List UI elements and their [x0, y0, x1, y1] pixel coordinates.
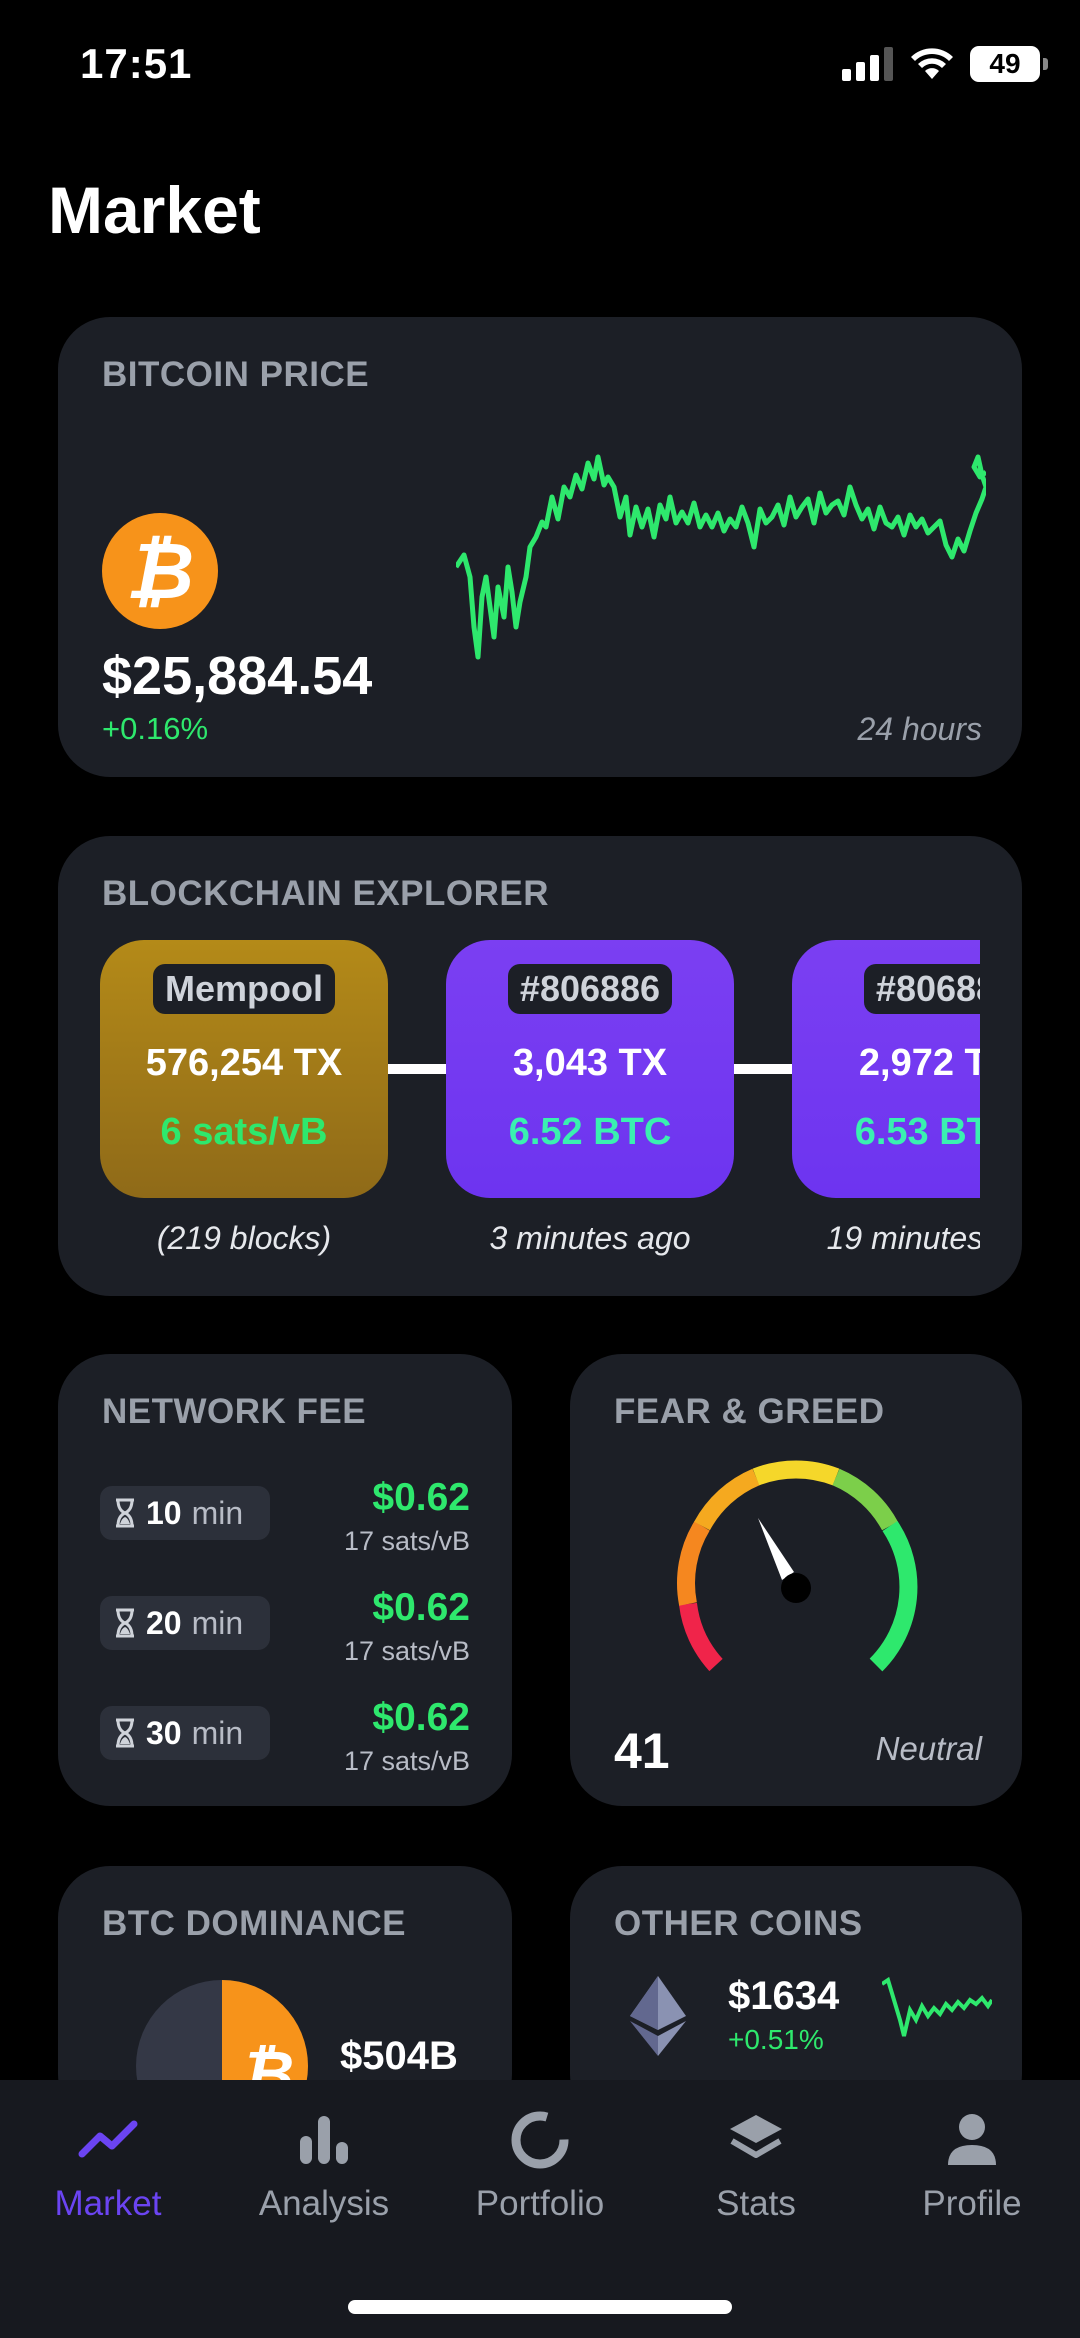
- mined-block[interactable]: #806886 3,043 TX 6.52 BTC: [446, 940, 734, 1198]
- block-connector: [734, 1064, 794, 1074]
- donut-icon: [508, 2108, 572, 2172]
- block-fee-rate: 6 sats/vB: [160, 1111, 328, 1153]
- block-tag: #80688: [863, 964, 980, 1014]
- page-title: Market: [48, 173, 261, 247]
- fee-time-chip: 30 min: [100, 1706, 270, 1760]
- card-title: BITCOIN PRICE: [102, 355, 370, 394]
- wifi-icon: [911, 48, 953, 79]
- bar-chart-icon: [292, 2108, 356, 2172]
- price-change: +0.16%: [102, 711, 209, 746]
- coin-sparkline: [882, 1976, 992, 2037]
- tab-label: Market: [54, 2184, 162, 2223]
- block-connector: [388, 1064, 448, 1074]
- fear-greed-value: 41: [614, 1723, 670, 1779]
- tab-label: Analysis: [258, 2184, 390, 2223]
- fear-greed-gauge: [677, 1460, 918, 1672]
- fee-usd: $0.62: [372, 1586, 470, 1629]
- block-reward: 6.53 BTC: [854, 1111, 980, 1153]
- block-tx-count: 576,254 TX: [145, 1042, 343, 1084]
- block-tag: Mempool: [153, 964, 335, 1014]
- fee-minutes-unit: min: [191, 1604, 244, 1641]
- fee-sats: 17 sats/vB: [343, 1636, 470, 1666]
- tab-profile[interactable]: Profile: [864, 2108, 1080, 2224]
- card-title: BLOCKCHAIN EXPLORER: [102, 874, 550, 913]
- card-title: BTC DOMINANCE: [102, 1904, 406, 1943]
- tab-market[interactable]: Market: [0, 2108, 216, 2224]
- hourglass-icon: [116, 1498, 134, 1528]
- tab-portfolio[interactable]: Portfolio: [432, 2108, 648, 2224]
- fear-greed-label: Neutral: [875, 1730, 982, 1767]
- tab-label: Stats: [716, 2184, 796, 2223]
- fee-minutes-unit: min: [191, 1714, 244, 1751]
- fee-time-chip: 10 min: [100, 1486, 270, 1540]
- trend-icon: [76, 2108, 140, 2172]
- battery-icon: 49: [970, 46, 1048, 82]
- block-tx-count: 3,043 TX: [512, 1042, 668, 1084]
- blockchain-explorer-card: BLOCKCHAIN EXPLORER Mempool 576,254 TX 6…: [58, 836, 1022, 1296]
- fee-minutes-unit: min: [191, 1494, 244, 1531]
- dominance-value: $504B: [340, 2034, 458, 2078]
- fee-minutes: 10: [146, 1494, 182, 1531]
- price-period: 24 hours: [857, 711, 982, 747]
- tab-stats[interactable]: Stats: [648, 2108, 864, 2224]
- fee-usd: $0.62: [372, 1696, 470, 1739]
- tab-analysis[interactable]: Analysis: [216, 2108, 432, 2224]
- network-fee-card[interactable]: NETWORK FEE 10 min $0.62 17 sats/vB 20 m…: [58, 1354, 512, 1806]
- person-icon: [940, 2108, 1004, 2172]
- bitcoin-price-card[interactable]: BITCOIN PRICE ₿ $25,884.54 +0.16% 24 hou…: [58, 317, 1022, 777]
- blocks-scroller[interactable]: Mempool 576,254 TX 6 sats/vB (219 blocks…: [100, 940, 980, 1270]
- fee-row: 30 min $0.62 17 sats/vB: [100, 1696, 470, 1790]
- hourglass-icon: [116, 1608, 134, 1638]
- fee-minutes: 20: [146, 1604, 182, 1641]
- fee-time-chip: 20 min: [100, 1596, 270, 1650]
- block-reward: 6.52 BTC: [508, 1111, 672, 1153]
- status-icons: 49: [842, 46, 1048, 82]
- ethereum-icon: [630, 1976, 686, 2056]
- bitcoin-price: $25,884.54: [102, 646, 373, 706]
- block-caption: (219 blocks): [156, 1220, 332, 1256]
- card-title: NETWORK FEE: [102, 1392, 367, 1431]
- fear-greed-card[interactable]: FEAR & GREED 41 Neutral: [570, 1354, 1022, 1806]
- fee-sats: 17 sats/vB: [343, 1526, 470, 1556]
- fee-usd: $0.62: [372, 1476, 470, 1519]
- fee-row: 10 min $0.62 17 sats/vB: [100, 1476, 470, 1570]
- status-time: 17:51: [80, 40, 193, 87]
- block-tx-count: 2,972 TX: [858, 1042, 980, 1084]
- mempool-block[interactable]: Mempool 576,254 TX 6 sats/vB: [100, 940, 388, 1198]
- price-sparkline: [456, 454, 986, 660]
- fee-minutes: 30: [146, 1714, 182, 1751]
- tab-label: Profile: [922, 2184, 1022, 2223]
- bitcoin-icon: ₿: [102, 513, 218, 629]
- block-caption: 3 minutes ago: [489, 1220, 691, 1256]
- block-tag: #806886: [507, 964, 673, 1014]
- card-title: FEAR & GREED: [614, 1392, 885, 1431]
- coin-change: +0.51%: [728, 2024, 824, 2055]
- block-caption: 19 minutes ago: [826, 1220, 980, 1256]
- hourglass-icon: [116, 1718, 134, 1748]
- fee-row: 20 min $0.62 17 sats/vB: [100, 1586, 470, 1680]
- fee-sats: 17 sats/vB: [343, 1746, 470, 1776]
- coin-price: $1634: [728, 1974, 840, 2018]
- mined-block[interactable]: #80688 2,972 TX 6.53 BTC: [792, 940, 980, 1198]
- card-title: OTHER COINS: [614, 1904, 863, 1943]
- tab-label: Portfolio: [475, 2184, 605, 2223]
- home-indicator[interactable]: [348, 2300, 732, 2314]
- status-bar: 17:51 49: [0, 0, 1080, 130]
- layers-icon: [724, 2108, 788, 2172]
- cellular-signal-icon: [842, 47, 893, 81]
